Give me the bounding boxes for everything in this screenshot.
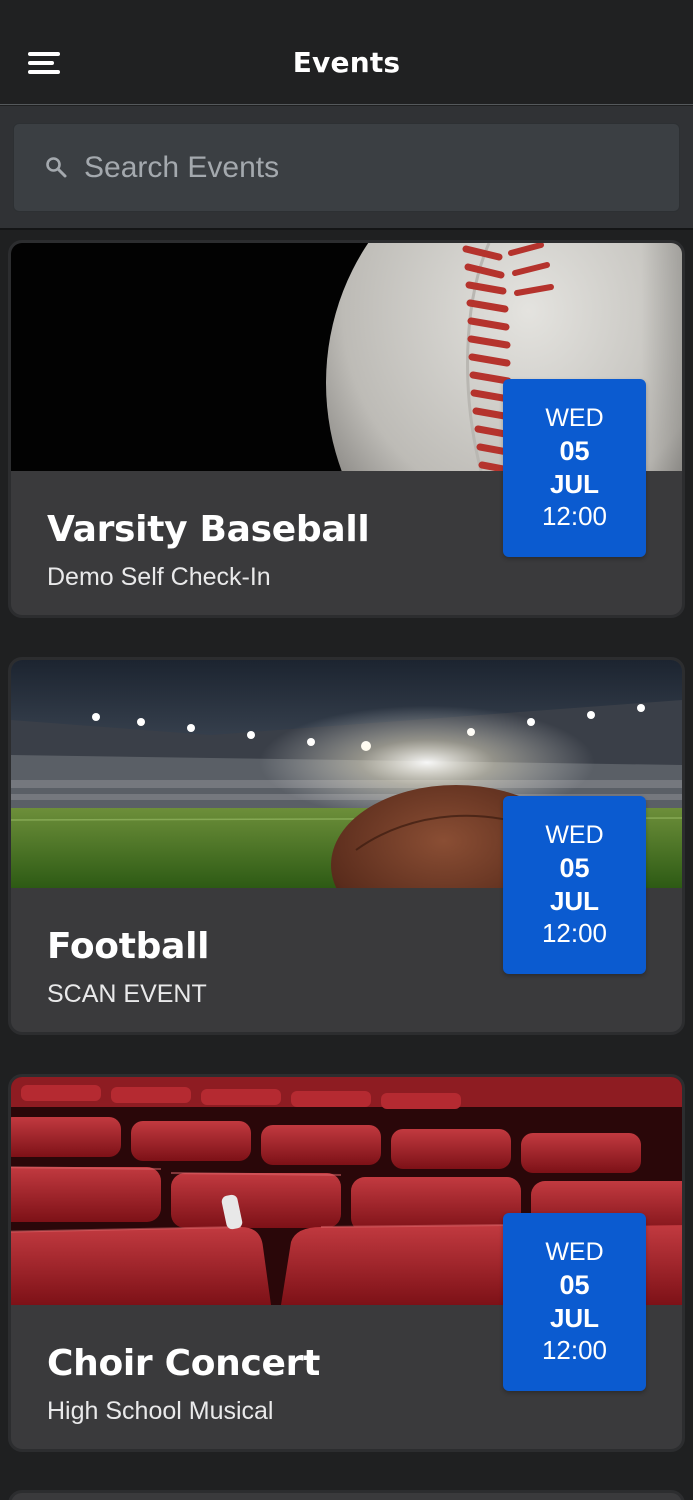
page-title: Events: [292, 46, 401, 79]
date-day: 05: [559, 436, 590, 466]
app-header: Events: [0, 0, 693, 105]
date-day: 05: [559, 853, 590, 883]
event-title: Varsity Baseball: [47, 509, 370, 550]
event-subtitle: SCAN EVENT: [47, 980, 207, 1008]
search-field[interactable]: [13, 123, 680, 212]
search-input[interactable]: [84, 142, 644, 194]
date-month: JUL: [549, 1303, 600, 1333]
event-subtitle: High School Musical: [47, 1397, 274, 1425]
date-weekday: WED: [545, 1238, 604, 1266]
date-badge: WED 05 JUL 12:00: [503, 796, 646, 974]
date-weekday: WED: [545, 404, 604, 432]
event-title: Football: [47, 926, 210, 967]
event-card[interactable]: Choir Concert High School Musical WED 05…: [8, 1074, 685, 1452]
events-screen: Events Search Events Varsity Baseball De…: [0, 0, 693, 1500]
date-time: 12:00: [541, 1335, 608, 1365]
date-time: 12:00: [541, 918, 608, 948]
event-subtitle: Demo Self Check-In: [47, 563, 271, 591]
date-weekday: WED: [545, 821, 604, 849]
event-title: Choir Concert: [47, 1343, 321, 1384]
event-card[interactable]: Varsity Baseball Demo Self Check-In WED …: [8, 240, 685, 618]
date-time: 12:00: [541, 501, 608, 531]
event-card[interactable]: Football SCAN EVENT WED 05 JUL 12:00: [8, 657, 685, 1035]
date-month: JUL: [549, 886, 600, 916]
search-bar: [0, 106, 693, 230]
date-badge: WED 05 JUL 12:00: [503, 1213, 646, 1391]
date-badge: WED 05 JUL 12:00: [503, 379, 646, 557]
date-month: JUL: [549, 469, 600, 499]
date-day: 05: [559, 1270, 590, 1300]
event-card-partial[interactable]: [8, 1490, 685, 1500]
search-icon: [46, 157, 67, 178]
